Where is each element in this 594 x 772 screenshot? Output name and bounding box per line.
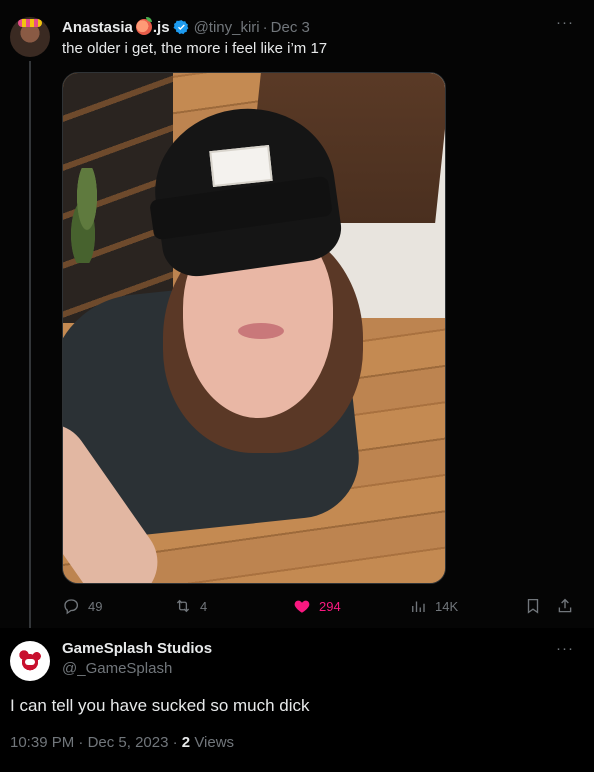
flower-crown-icon xyxy=(18,19,42,27)
reply-button[interactable]: 49 xyxy=(62,593,102,619)
views-count: 14K xyxy=(435,598,459,614)
tweet-text: the older i get, the more i feel like i’… xyxy=(62,40,328,57)
tweet-date[interactable]: Dec 3 xyxy=(271,19,310,36)
reply-tweet[interactable]: GameSplash Studios @_GameSplash ··· I ca… xyxy=(0,628,594,772)
author-name[interactable]: GameSplash Studios xyxy=(62,640,212,657)
heart-icon xyxy=(294,600,310,613)
separator: · xyxy=(172,734,178,751)
more-options-button[interactable]: ··· xyxy=(556,640,574,657)
gamesplash-logo-icon xyxy=(18,649,42,673)
more-options-button[interactable]: ··· xyxy=(556,14,574,31)
parent-tweet[interactable]: Anastasia .js @tiny_kiri · Dec 3 ··· the… xyxy=(0,0,594,628)
peach-emoji-icon xyxy=(135,17,152,35)
tweet-text: I can tell you have sucked so much dick xyxy=(10,696,310,715)
author-handle[interactable]: @tiny_kiri xyxy=(194,19,260,36)
separator: · xyxy=(78,734,84,751)
retweet-button[interactable]: 4 xyxy=(174,593,207,619)
author-name[interactable]: Anastasia xyxy=(62,19,133,36)
tweet-meta: 10:39 PM · Dec 5, 2023 · 2 Views xyxy=(10,734,234,751)
avatar[interactable] xyxy=(10,17,50,57)
tweet-actions: 49 4 294 14K xyxy=(62,593,582,619)
author-handle[interactable]: @_GameSplash xyxy=(62,660,172,677)
bookmark-button[interactable] xyxy=(524,593,542,619)
views-count: 2 xyxy=(181,734,191,751)
separator: · xyxy=(262,18,268,36)
thread-connector xyxy=(29,61,31,628)
share-icon xyxy=(558,598,572,613)
share-button[interactable] xyxy=(556,593,574,619)
author-name-suffix[interactable]: .js xyxy=(153,19,170,36)
views-icon xyxy=(412,601,425,612)
retweet-count: 4 xyxy=(200,598,208,614)
reply-count: 49 xyxy=(88,598,103,614)
retweet-icon xyxy=(176,599,190,613)
views-button[interactable]: 14K xyxy=(409,593,458,619)
tweet-photo[interactable] xyxy=(62,72,446,584)
tweet-time[interactable]: 10:39 PM xyxy=(10,734,74,751)
tweet-header: Anastasia .js @tiny_kiri · Dec 3 xyxy=(62,17,310,37)
verified-badge-icon[interactable] xyxy=(173,19,190,36)
views-label: Views xyxy=(194,734,235,751)
bookmark-icon xyxy=(527,598,539,614)
reply-icon xyxy=(64,599,79,615)
tweet-date[interactable]: Dec 5, 2023 xyxy=(88,734,169,751)
like-count: 294 xyxy=(319,598,341,614)
like-button[interactable]: 294 xyxy=(293,593,341,619)
avatar[interactable] xyxy=(10,641,50,681)
